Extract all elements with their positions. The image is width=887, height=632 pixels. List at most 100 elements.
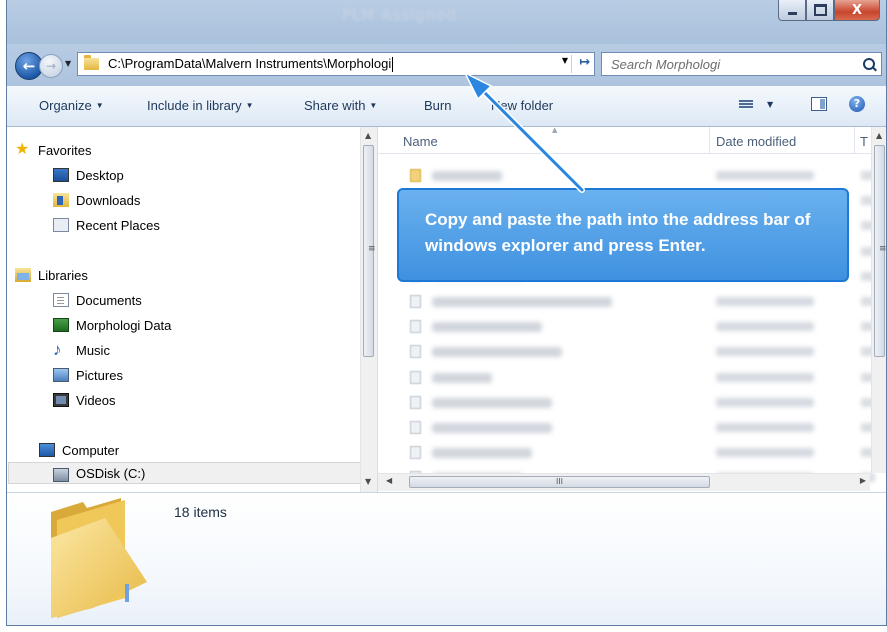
nav-libraries[interactable]: Libraries: [15, 265, 88, 285]
nav-scrollbar[interactable]: ▲ ≡ ▼: [360, 127, 377, 493]
chevron-down-icon: ▼: [95, 101, 104, 110]
desktop-icon: [53, 168, 69, 182]
file-icon: [410, 446, 421, 460]
file-icon: [410, 320, 421, 334]
close-button[interactable]: X: [834, 0, 880, 21]
documents-label: Documents: [76, 292, 142, 308]
large-folder-icon: [51, 498, 147, 618]
explorer-window: PLM Assigned X ← → ▼ C:\ProgramData\Malv…: [6, 0, 887, 626]
minimize-button[interactable]: [778, 0, 806, 21]
nav-downloads[interactable]: Downloads: [53, 190, 140, 210]
file-icon: [410, 370, 421, 384]
nav-recent-places[interactable]: Recent Places: [53, 215, 160, 235]
maximize-icon: [813, 4, 827, 16]
include-in-library-menu[interactable]: Include in library ▼: [147, 98, 254, 113]
help-icon[interactable]: ?: [849, 96, 865, 112]
address-dropdown-icon[interactable]: ▼: [562, 56, 568, 65]
column-date-modified[interactable]: Date modified: [716, 134, 796, 149]
file-row-name[interactable]: [432, 297, 612, 307]
scroll-up-icon[interactable]: ▲: [876, 131, 882, 140]
column-separator[interactable]: [854, 127, 855, 153]
osdisk-label: OSDisk (C:): [76, 465, 146, 481]
nav-osdisk[interactable]: OSDisk (C:): [53, 463, 145, 483]
share-with-menu[interactable]: Share with ▼: [304, 98, 377, 113]
file-row-name[interactable]: [432, 347, 562, 358]
nav-favorites[interactable]: ★ Favorites: [15, 140, 91, 160]
scroll-grip: III: [555, 477, 564, 486]
new-folder-button[interactable]: New folder: [491, 98, 553, 113]
nav-desktop[interactable]: Desktop: [53, 165, 124, 185]
downloads-icon: [53, 193, 69, 207]
file-row-date: [716, 347, 814, 357]
back-arrow-icon: ←: [22, 57, 36, 75]
go-refresh-icon[interactable]: ↦: [579, 55, 590, 70]
preview-pane-icon[interactable]: [811, 97, 827, 111]
nav-computer[interactable]: Computer: [39, 440, 119, 460]
horizontal-scroll-thumb[interactable]: III: [409, 476, 710, 488]
column-type[interactable]: T: [860, 134, 868, 149]
minimize-icon: [787, 11, 797, 15]
close-icon: X: [851, 2, 863, 18]
file-row-date: [716, 423, 814, 432]
videos-label: Videos: [76, 392, 116, 408]
file-list-scrollbar[interactable]: ▲ ≡: [871, 127, 887, 473]
star-icon: ★: [15, 141, 30, 158]
search-icon[interactable]: [863, 58, 875, 70]
address-input[interactable]: C:\ProgramData\Malvern Instruments\Morph…: [108, 56, 394, 73]
computer-label: Computer: [62, 442, 120, 458]
view-options-dropdown[interactable]: ▼: [767, 100, 773, 109]
file-row-date: [716, 397, 814, 407]
file-row-name[interactable]: [432, 322, 542, 333]
libraries-icon: [15, 268, 31, 282]
recent-pages-dropdown[interactable]: ▼: [65, 59, 71, 68]
share-with-label: Share with: [304, 98, 366, 113]
file-scroll-thumb[interactable]: ≡: [874, 145, 887, 357]
libraries-label: Libraries: [38, 267, 88, 283]
details-pane: 18 items: [7, 492, 886, 625]
file-row-name[interactable]: [432, 397, 552, 408]
address-separator: [571, 55, 572, 73]
scroll-grip: ≡: [879, 244, 887, 254]
horizontal-scrollbar[interactable]: ◀ III ▶: [378, 473, 870, 491]
chevron-down-icon: ▼: [245, 101, 254, 110]
address-bar[interactable]: C:\ProgramData\Malvern Instruments\Morph…: [77, 52, 595, 76]
pictures-icon: [53, 368, 69, 382]
nav-morphologi-data[interactable]: Morphologi Data: [53, 315, 171, 335]
search-box[interactable]: Search Morphologi: [601, 52, 882, 76]
sort-ascending-icon: ▲: [552, 127, 558, 134]
navigation-pane: ★ Favorites Desktop Downloads Recent Plac…: [7, 127, 378, 493]
scroll-up-icon[interactable]: ▲: [365, 131, 371, 140]
item-count: 18 items: [174, 504, 227, 520]
file-row-name[interactable]: [432, 372, 492, 383]
nav-documents[interactable]: Documents: [53, 290, 142, 310]
nav-pictures[interactable]: Pictures: [53, 365, 123, 385]
recent-places-label: Recent Places: [76, 217, 160, 233]
scroll-down-icon[interactable]: ▼: [365, 477, 371, 486]
nav-scroll-thumb[interactable]: ≡: [363, 145, 376, 357]
scroll-grip: ≡: [368, 244, 376, 254]
file-row-date: [716, 297, 814, 306]
file-row-name[interactable]: [432, 423, 552, 433]
forward-button[interactable]: →: [39, 54, 63, 78]
burn-button[interactable]: Burn: [424, 98, 451, 113]
change-view-icon[interactable]: [739, 99, 753, 111]
file-row-name[interactable]: [432, 448, 532, 459]
burn-label: Burn: [424, 98, 452, 113]
column-name[interactable]: Name: [403, 134, 438, 149]
organize-menu[interactable]: Organize ▼: [39, 98, 104, 113]
morphologi-data-icon: [53, 318, 69, 332]
scroll-left-icon[interactable]: ◀: [386, 476, 392, 485]
scroll-right-icon[interactable]: ▶: [860, 476, 866, 485]
include-in-library-label: Include in library: [147, 98, 242, 113]
maximize-button[interactable]: [806, 0, 834, 21]
favorites-label: Favorites: [38, 142, 92, 158]
column-separator[interactable]: [709, 127, 710, 153]
nav-music[interactable]: ♪ Music: [53, 340, 110, 360]
computer-icon: [39, 443, 55, 457]
chevron-down-icon: ▼: [369, 101, 378, 110]
annotation-callout: Copy and paste the path into the address…: [397, 188, 849, 282]
nav-videos[interactable]: Videos: [53, 390, 116, 410]
desktop-label: Desktop: [76, 167, 124, 183]
file-row-name[interactable]: [432, 171, 502, 181]
title-bar[interactable]: PLM Assigned X: [7, 0, 886, 44]
